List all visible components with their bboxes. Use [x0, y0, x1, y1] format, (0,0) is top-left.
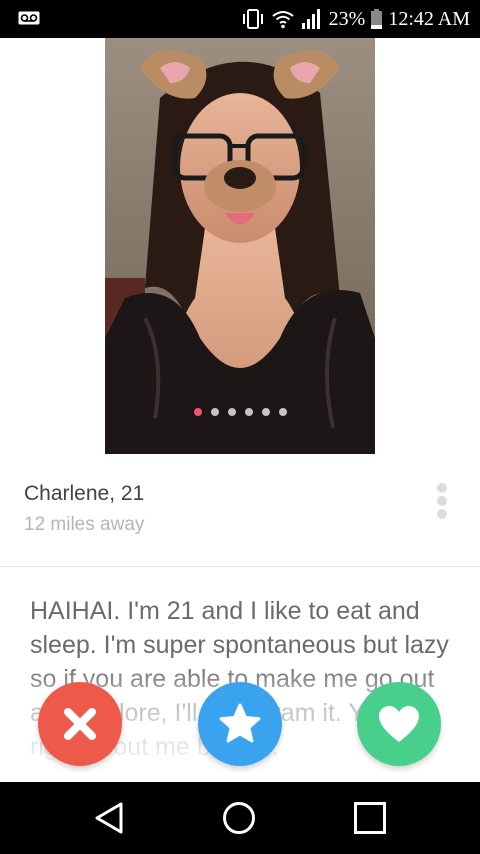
photo-dot-active[interactable] — [193, 408, 202, 416]
heart-icon — [379, 706, 419, 742]
photo-illustration — [105, 38, 375, 454]
photo-dot[interactable] — [227, 408, 236, 416]
profile-photo[interactable] — [105, 38, 375, 454]
status-icons: 23% 12:42 AM — [241, 0, 470, 38]
photo-dot[interactable] — [278, 408, 287, 416]
like-button[interactable] — [357, 682, 441, 766]
clock: 12:42 AM — [388, 7, 470, 30]
photo-indicator — [105, 408, 375, 416]
recents-icon[interactable] — [353, 801, 387, 835]
home-icon[interactable] — [222, 801, 256, 835]
vibrate-icon — [242, 9, 263, 29]
battery-percent: 23% — [328, 7, 366, 30]
more-dot — [437, 509, 447, 519]
navigation-bar — [0, 782, 480, 854]
more-dot — [437, 483, 447, 493]
photo-dot[interactable] — [244, 408, 253, 416]
photo-dot[interactable] — [261, 408, 270, 416]
nope-button[interactable] — [38, 682, 122, 766]
profile-name: Charlene, 21 — [24, 482, 145, 505]
status-bar: 23% 12:42 AM — [0, 0, 480, 38]
superlike-button[interactable] — [198, 682, 282, 766]
close-icon — [64, 708, 96, 740]
profile-distance: 12 miles away — [24, 514, 145, 535]
voicemail-icon — [18, 11, 40, 25]
more-options-button[interactable] — [432, 483, 452, 519]
profile-info: Charlene, 21 12 miles away — [24, 482, 144, 536]
photo-dot[interactable] — [210, 408, 219, 416]
more-dot — [437, 496, 447, 506]
battery-icon — [371, 9, 383, 29]
wifi-icon — [272, 11, 294, 29]
back-icon[interactable] — [93, 801, 127, 835]
signal-icon — [301, 9, 320, 29]
divider — [0, 566, 480, 567]
star-icon — [219, 703, 261, 743]
